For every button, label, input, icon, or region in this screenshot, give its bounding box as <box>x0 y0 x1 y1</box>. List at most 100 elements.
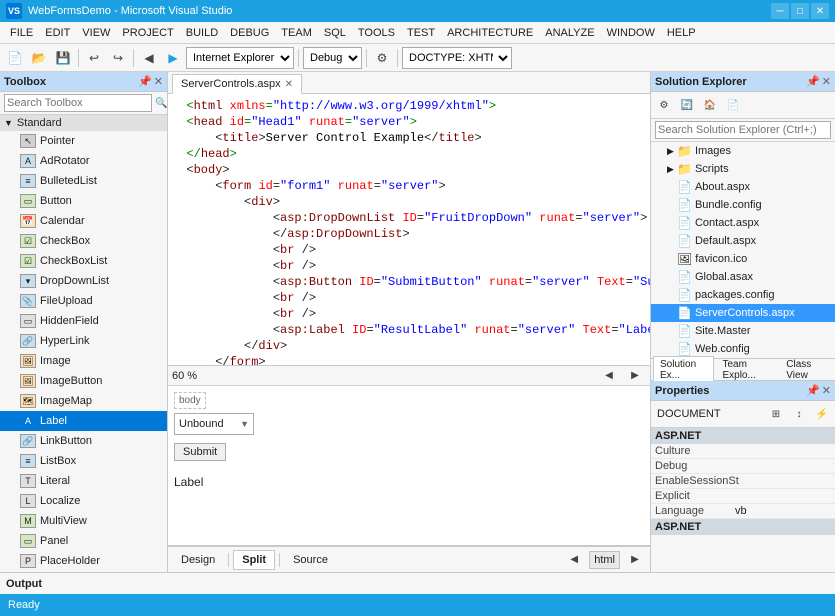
attach-button[interactable]: ⚙ <box>371 47 393 69</box>
toolbox-pin-button[interactable]: 📌 <box>138 75 152 88</box>
doctype-select[interactable]: DOCTYPE: XHTML5 <box>402 47 512 69</box>
play-button[interactable]: ▶ <box>162 47 184 69</box>
prop-row-culture[interactable]: Culture <box>651 444 835 459</box>
menu-architecture[interactable]: ARCHITECTURE <box>441 25 539 41</box>
new-project-button[interactable]: 📄 <box>4 47 26 69</box>
menu-test[interactable]: TEST <box>401 25 441 41</box>
toolbox-item-bulletedlist[interactable]: ≡ BulletedList <box>0 171 167 191</box>
se-close-button[interactable]: ✕ <box>822 75 831 88</box>
toolbox-item-linkbutton[interactable]: 🔗 LinkButton <box>0 431 167 451</box>
tree-item-sitemaster[interactable]: 📄 Site.Master <box>651 322 835 340</box>
toolbox-item-image[interactable]: 🖼 Image <box>0 351 167 371</box>
menu-sql[interactable]: SQL <box>318 25 352 41</box>
html-nav-next[interactable]: ▶ <box>624 549 646 571</box>
se-refresh-button[interactable]: 🔄 <box>676 94 698 116</box>
search-toolbox-input[interactable] <box>4 94 152 112</box>
toolbox-item-dropdownlist[interactable]: ▾ DropDownList <box>0 271 167 291</box>
toolbox-item-imagemap[interactable]: 🗺 ImageMap <box>0 391 167 411</box>
prop-alphabetical-button[interactable]: ↕ <box>788 403 810 425</box>
se-tab-solution-explorer[interactable]: Solution Ex... <box>653 356 714 384</box>
toolbox-item-adrotator[interactable]: A AdRotator <box>0 151 167 171</box>
toolbox-category-standard[interactable]: ▼ Standard <box>0 115 167 131</box>
html-nav-prev[interactable]: ◀ <box>563 549 585 571</box>
se-tab-team-explorer[interactable]: Team Explo... <box>715 356 778 384</box>
tree-item-servercontrols[interactable]: 📄 ServerControls.aspx <box>651 304 835 322</box>
redo-button[interactable]: ↪ <box>107 47 129 69</box>
menu-window[interactable]: WINDOW <box>601 25 661 41</box>
search-icon[interactable]: 🔍 <box>154 95 168 111</box>
prop-row-language[interactable]: Language vb <box>651 504 835 519</box>
tree-item-favicon[interactable]: 🖼 favicon.ico <box>651 250 835 268</box>
toolbox-item-imagebutton[interactable]: 🖼 ImageButton <box>0 371 167 391</box>
prop-row-explicit[interactable]: Explicit <box>651 489 835 504</box>
menu-tools[interactable]: TOOLS <box>352 25 401 41</box>
menu-build[interactable]: BUILD <box>180 25 224 41</box>
se-pin-button[interactable]: 📌 <box>806 75 820 88</box>
prop-pin-button[interactable]: 📌 <box>806 384 820 397</box>
prop-row-enablesession[interactable]: EnableSessionSt <box>651 474 835 489</box>
menu-project[interactable]: PROJECT <box>116 25 179 41</box>
menu-team[interactable]: TEAM <box>275 25 318 41</box>
toolbox-item-panel[interactable]: ▭ Panel <box>0 531 167 551</box>
config-select[interactable]: Debug <box>303 47 362 69</box>
tree-item-packages[interactable]: 📄 packages.config <box>651 286 835 304</box>
tree-item-default[interactable]: 📄 Default.aspx <box>651 232 835 250</box>
zoom-controls[interactable]: ◀ <box>598 365 620 387</box>
design-submit-button[interactable]: Submit <box>174 443 226 461</box>
tree-item-bundleconfig[interactable]: 📄 Bundle.config <box>651 196 835 214</box>
menu-help[interactable]: HELP <box>661 25 702 41</box>
search-solution-explorer-input[interactable] <box>655 121 831 139</box>
se-properties-button[interactable]: ⚙ <box>653 94 675 116</box>
toolbox-item-localize[interactable]: L Localize <box>0 491 167 511</box>
toolbox-item-checkbox[interactable]: ☑ CheckBox <box>0 231 167 251</box>
prop-events-button[interactable]: ⚡ <box>811 403 833 425</box>
html-path-item[interactable]: html <box>589 551 620 569</box>
toolbox-item-listbox[interactable]: ≡ ListBox <box>0 451 167 471</box>
toolbox-item-hiddenfield[interactable]: ▭ HiddenField <box>0 311 167 331</box>
design-tab[interactable]: Design <box>172 550 224 570</box>
toolbox-item-label[interactable]: A Label <box>0 411 167 431</box>
toolbox-item-radiobutton[interactable]: ◉ RadioButton <box>0 571 167 572</box>
menu-analyze[interactable]: ANALYZE <box>539 25 600 41</box>
se-home-button[interactable]: 🏠 <box>699 94 721 116</box>
tree-item-images[interactable]: ▶ 📁 Images <box>651 142 835 160</box>
save-button[interactable]: 💾 <box>52 47 74 69</box>
zoom-right[interactable]: ▶ <box>624 365 646 387</box>
toolbox-item-multiview[interactable]: M MultiView <box>0 511 167 531</box>
menu-debug[interactable]: DEBUG <box>224 25 275 41</box>
toolbox-item-hyperlink[interactable]: 🔗 HyperLink <box>0 331 167 351</box>
toolbox-close-button[interactable]: ✕ <box>154 75 163 88</box>
toolbox-item-literal[interactable]: T Literal <box>0 471 167 491</box>
tree-item-contact[interactable]: 📄 Contact.aspx <box>651 214 835 232</box>
split-tab[interactable]: Split <box>233 550 275 570</box>
menu-edit[interactable]: EDIT <box>39 25 76 41</box>
back-button[interactable]: ◀ <box>138 47 160 69</box>
browser-select[interactable]: Internet Explorer <box>186 47 294 69</box>
menu-file[interactable]: FILE <box>4 25 39 41</box>
window-controls[interactable]: ─ □ ✕ <box>771 3 829 19</box>
toolbox-item-button[interactable]: ▭ Button <box>0 191 167 211</box>
design-dropdown[interactable]: Unbound ▼ <box>174 413 254 435</box>
tab-close-button[interactable]: ✕ <box>285 79 293 90</box>
toolbox-item-calendar[interactable]: 📅 Calendar <box>0 211 167 231</box>
close-button[interactable]: ✕ <box>811 3 829 19</box>
open-button[interactable]: 📂 <box>28 47 50 69</box>
prop-categorized-button[interactable]: ⊞ <box>765 403 787 425</box>
tree-item-global[interactable]: 📄 Global.asax <box>651 268 835 286</box>
minimize-button[interactable]: ─ <box>771 3 789 19</box>
toolbox-item-pointer[interactable]: ↖ Pointer <box>0 131 167 151</box>
undo-button[interactable]: ↩ <box>83 47 105 69</box>
prop-close-button[interactable]: ✕ <box>822 384 831 397</box>
editor-tab-servercontrols[interactable]: ServerControls.aspx ✕ <box>172 74 302 94</box>
toolbox-item-placeholder[interactable]: P PlaceHolder <box>0 551 167 571</box>
menu-view[interactable]: VIEW <box>76 25 116 41</box>
restore-button[interactable]: □ <box>791 3 809 19</box>
toolbox-item-checkboxlist[interactable]: ☑ CheckBoxList <box>0 251 167 271</box>
tree-item-scripts[interactable]: ▶ 📁 Scripts <box>651 160 835 178</box>
se-tab-class-view[interactable]: Class View <box>779 356 833 384</box>
se-new-button[interactable]: 📄 <box>722 94 744 116</box>
prop-row-debug[interactable]: Debug <box>651 459 835 474</box>
toolbox-item-fileupload[interactable]: 📎 FileUpload <box>0 291 167 311</box>
source-tab[interactable]: Source <box>284 550 337 570</box>
code-editor[interactable]: <html xmlns="http://www.w3.org/1999/xhtm… <box>168 94 650 366</box>
